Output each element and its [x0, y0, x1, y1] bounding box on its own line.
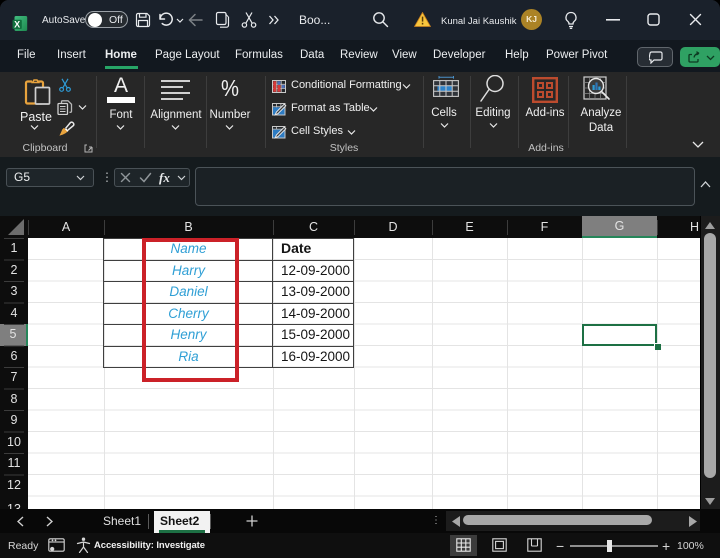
svg-text:X: X: [14, 19, 20, 29]
